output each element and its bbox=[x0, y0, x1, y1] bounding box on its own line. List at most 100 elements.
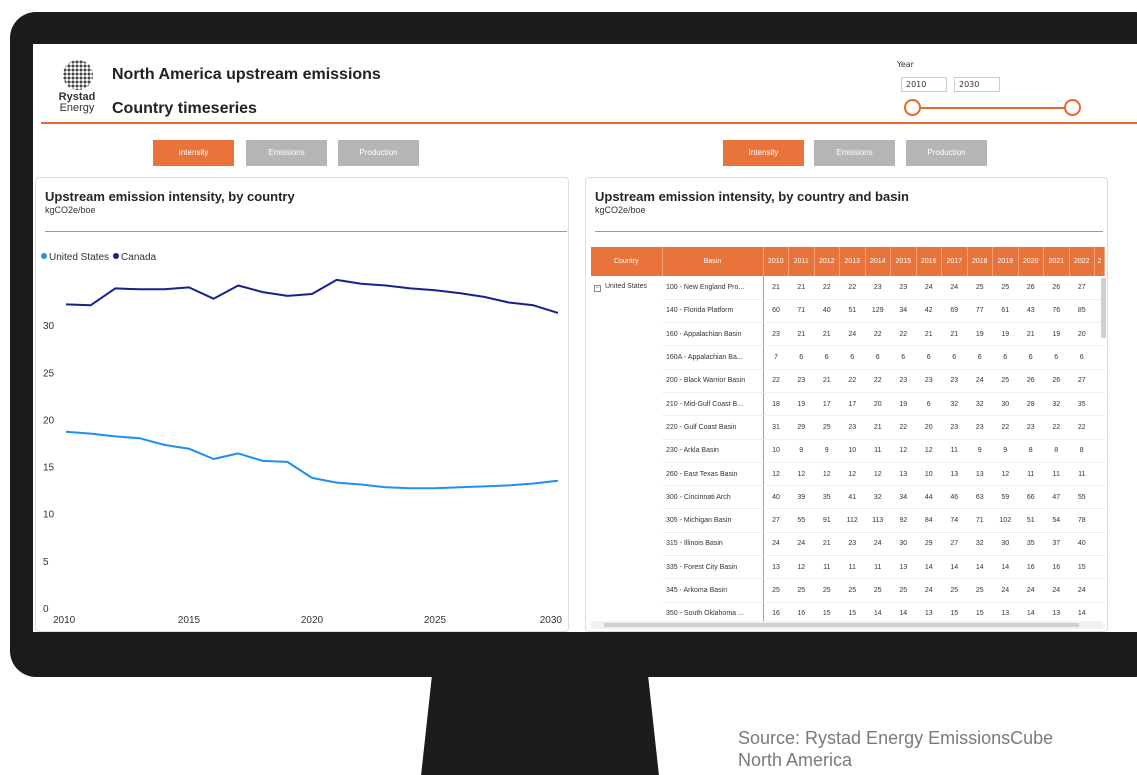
value-cell: 40 bbox=[762, 485, 789, 510]
collapse-icon[interactable]: − bbox=[594, 285, 601, 292]
column-header[interactable]: 2014 bbox=[865, 247, 891, 276]
value-cell: 12 bbox=[788, 555, 814, 580]
value-cell: 23 bbox=[941, 369, 967, 393]
column-header[interactable]: 2020 bbox=[1018, 247, 1044, 276]
right-production-button[interactable]: Production bbox=[906, 140, 987, 166]
value-cell: 37 bbox=[1043, 532, 1069, 557]
value-cell: 22 bbox=[992, 415, 1018, 440]
basin-table-container[interactable]: Country Basin 2010 2011 2012 2013 2014 2015 2016… bbox=[591, 247, 1107, 631]
value-cell: 25 bbox=[967, 276, 993, 300]
left-emissions-button[interactable]: Emissions bbox=[246, 140, 327, 166]
value-cell: 25 bbox=[967, 578, 993, 603]
value-cell bbox=[1094, 345, 1105, 370]
right-panel-unit: kgCO2e/boe bbox=[595, 205, 646, 215]
value-cell bbox=[1094, 439, 1105, 463]
year-slider-track[interactable] bbox=[913, 107, 1073, 109]
value-cell: 21 bbox=[788, 276, 814, 300]
column-header[interactable]: Basin bbox=[662, 247, 764, 276]
column-header[interactable]: Country bbox=[591, 247, 663, 276]
column-header[interactable]: 2017 bbox=[941, 247, 968, 276]
value-cell: 11 bbox=[814, 555, 840, 580]
value-cell: 22 bbox=[839, 369, 865, 393]
table-row[interactable]: − United States 100 - New England Pro... 21… bbox=[591, 276, 1105, 300]
column-header[interactable]: 2011 bbox=[788, 247, 815, 276]
country-cell bbox=[591, 369, 662, 392]
value-cell: 12 bbox=[762, 462, 789, 487]
value-cell: 25 bbox=[992, 276, 1018, 300]
column-header[interactable]: 2018 bbox=[967, 247, 993, 276]
logo-text: Rystad Energy bbox=[57, 92, 97, 114]
value-cell: 20 bbox=[1069, 322, 1095, 347]
column-header[interactable]: 2 bbox=[1094, 247, 1105, 276]
value-cell: 17 bbox=[839, 392, 865, 417]
year-slider-end-handle[interactable] bbox=[1064, 99, 1081, 116]
country-cell: − United States bbox=[591, 276, 662, 299]
year-end-input[interactable]: 2030 bbox=[954, 77, 1000, 92]
value-cell: 11 bbox=[865, 439, 891, 463]
table-row[interactable]: 335 - Forest City Basin 13 12 11 11 11 13 14 14 1… bbox=[591, 555, 1105, 580]
column-header[interactable]: 2012 bbox=[814, 247, 840, 276]
value-cell: 26 bbox=[1043, 369, 1069, 393]
value-cell: 23 bbox=[839, 532, 865, 557]
year-start-input[interactable]: 2010 bbox=[901, 77, 947, 92]
value-cell: 25 bbox=[865, 578, 891, 603]
country-cell bbox=[591, 462, 662, 485]
value-cell: 27 bbox=[762, 508, 789, 533]
value-cell: 23 bbox=[916, 369, 942, 393]
country-label: United States bbox=[605, 283, 648, 290]
table-vertical-scrollbar[interactable] bbox=[1101, 278, 1106, 338]
value-cell: 11 bbox=[1069, 462, 1095, 487]
basin-cell: 300 - Cincinnati Arch bbox=[662, 485, 763, 510]
value-cell: 9 bbox=[992, 439, 1018, 463]
column-header[interactable]: 2010 bbox=[762, 247, 789, 276]
column-header[interactable]: 2021 bbox=[1043, 247, 1070, 276]
value-cell: 19 bbox=[890, 392, 916, 417]
year-slider-start-handle[interactable] bbox=[904, 99, 921, 116]
value-cell: 21 bbox=[788, 322, 814, 347]
value-cell: 20 bbox=[865, 392, 891, 417]
table-row[interactable]: 210 - Mid-Gulf Coast B... 18 19 17 17 20 19 6 32… bbox=[591, 392, 1105, 417]
value-cell: 24 bbox=[1018, 578, 1044, 603]
value-cell: 47 bbox=[1043, 485, 1069, 510]
country-cell bbox=[591, 346, 662, 369]
value-cell: 22 bbox=[814, 276, 840, 300]
value-cell: 25 bbox=[890, 578, 916, 603]
value-cell: 22 bbox=[865, 369, 891, 393]
value-cell: 27 bbox=[1069, 276, 1095, 300]
table-row[interactable]: 345 - Arkoma Basin 25 25 25 25 25 25 24 25 25 24 24… bbox=[591, 578, 1105, 603]
basin-cell: 210 - Mid-Gulf Coast B... bbox=[662, 392, 763, 417]
value-cell: 25 bbox=[788, 578, 814, 603]
table-row[interactable]: 230 - Arkla Basin 10 9 9 10 11 12 12 11 9 9 8 8 8 bbox=[591, 439, 1105, 463]
table-row[interactable]: 160 - Appalachian Basin 23 21 21 24 22 22 21 21 1… bbox=[591, 322, 1105, 347]
y-tick-label: 15 bbox=[43, 463, 55, 474]
right-intensity-button[interactable]: Intensity bbox=[723, 140, 804, 166]
value-cell: 13 bbox=[890, 462, 916, 487]
value-cell: 24 bbox=[1043, 578, 1069, 603]
table-row[interactable]: 200 - Black Warrior Basin 22 23 21 22 22 23 23 2… bbox=[591, 369, 1105, 393]
column-header[interactable]: 2013 bbox=[839, 247, 866, 276]
right-emissions-button[interactable]: Emissions bbox=[814, 140, 895, 166]
value-cell: 6 bbox=[814, 345, 840, 370]
table-horizontal-scrollbar[interactable] bbox=[604, 623, 1079, 627]
value-cell: 29 bbox=[916, 532, 942, 557]
value-cell: 11 bbox=[865, 555, 891, 580]
table-row[interactable]: 260 - East Texas Basin 12 12 12 12 12 13 10 13 13… bbox=[591, 462, 1105, 487]
column-header[interactable]: 2019 bbox=[992, 247, 1019, 276]
value-cell: 92 bbox=[890, 508, 916, 533]
table-row[interactable]: 160A - Appalachian Ba... 7 6 6 6 6 6 6 6 6 6 6 6 6 bbox=[591, 345, 1105, 370]
column-header[interactable]: 2016 bbox=[916, 247, 942, 276]
table-row[interactable]: 315 - Illinois Basin 24 24 21 23 24 30 29 27 32 30… bbox=[591, 532, 1105, 557]
table-row[interactable]: 305 - Michigan Basin 27 55 91 112 113 92 84 74 71… bbox=[591, 508, 1105, 533]
column-header[interactable]: 2022 bbox=[1069, 247, 1095, 276]
basin-intensity-panel: Upstream emission intensity, by country … bbox=[585, 177, 1108, 632]
left-production-button[interactable]: Production bbox=[338, 140, 419, 166]
table-row[interactable]: 300 - Cincinnati Arch 40 39 35 41 32 34 44 46 63 5… bbox=[591, 485, 1105, 510]
left-intensity-button[interactable]: Intensity bbox=[153, 140, 234, 166]
column-header[interactable]: 2015 bbox=[890, 247, 917, 276]
table-row[interactable]: 140 - Florida Platform 60 71 40 51 129 34 42 69 7… bbox=[591, 299, 1105, 324]
value-cell: 32 bbox=[941, 392, 967, 417]
value-cell: 60 bbox=[762, 299, 789, 324]
value-cell bbox=[1094, 415, 1105, 440]
table-row[interactable]: 220 - Gulf Coast Basin 31 29 25 23 21 22 20 23 23… bbox=[591, 415, 1105, 440]
value-cell: 21 bbox=[1018, 322, 1044, 347]
